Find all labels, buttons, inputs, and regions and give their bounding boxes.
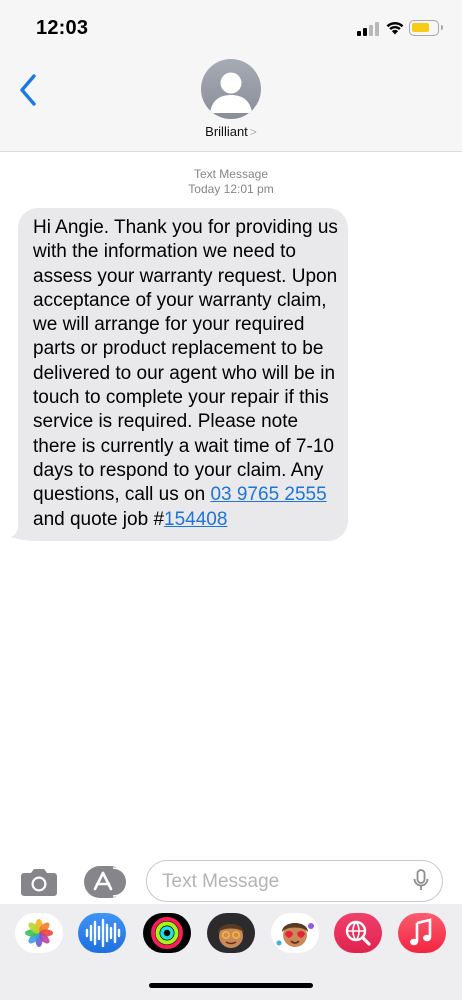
job-number-link[interactable]: 154408: [164, 509, 227, 530]
memoji-app-icon[interactable]: [207, 913, 255, 953]
message-text: Hi Angie. Thank you for providing us wit…: [33, 217, 338, 506]
avatar[interactable]: [201, 59, 261, 119]
cellular-signal-icon: [357, 22, 379, 36]
audio-message-app-icon[interactable]: [78, 913, 126, 953]
status-bar: 12:03: [0, 0, 462, 56]
microphone-icon[interactable]: [413, 869, 429, 893]
conversation-header: Brilliant >: [0, 56, 462, 152]
status-time: 12:03: [36, 17, 89, 39]
wifi-icon: [386, 21, 404, 35]
person-silhouette-icon: [210, 72, 252, 113]
memoji-stickers-app-icon[interactable]: [271, 913, 319, 953]
message-timestamp: Today 12:01 pm: [188, 182, 274, 196]
home-indicator[interactable]: [149, 983, 313, 988]
message-input-placeholder: Text Message: [162, 871, 280, 892]
photos-app-icon[interactable]: [15, 913, 63, 953]
contact-name-button[interactable]: Brilliant >: [0, 124, 462, 139]
web-search-app-icon[interactable]: [334, 913, 382, 953]
battery-low-power-icon: [409, 20, 443, 36]
activity-app-icon[interactable]: [143, 913, 191, 953]
music-app-icon[interactable]: [398, 913, 446, 953]
service-label: Text Message: [193, 167, 269, 181]
chevron-left-icon[interactable]: [14, 70, 44, 110]
message-meta: Text Message Today 12:01 pm: [0, 167, 462, 197]
app-store-icon[interactable]: [82, 864, 128, 900]
message-bubble: Hi Angie. Thank you for providing us wit…: [18, 208, 348, 541]
message-text-continued: and quote job #: [33, 508, 165, 530]
chevron-right-icon: >: [249, 125, 257, 139]
phone-number-link[interactable]: 03 9765 2555: [210, 484, 326, 505]
incoming-message[interactable]: Hi Angie. Thank you for providing us wit…: [11, 208, 348, 541]
camera-icon[interactable]: [19, 866, 59, 898]
message-input[interactable]: Text Message: [146, 860, 443, 902]
contact-name: Brilliant: [205, 124, 248, 139]
